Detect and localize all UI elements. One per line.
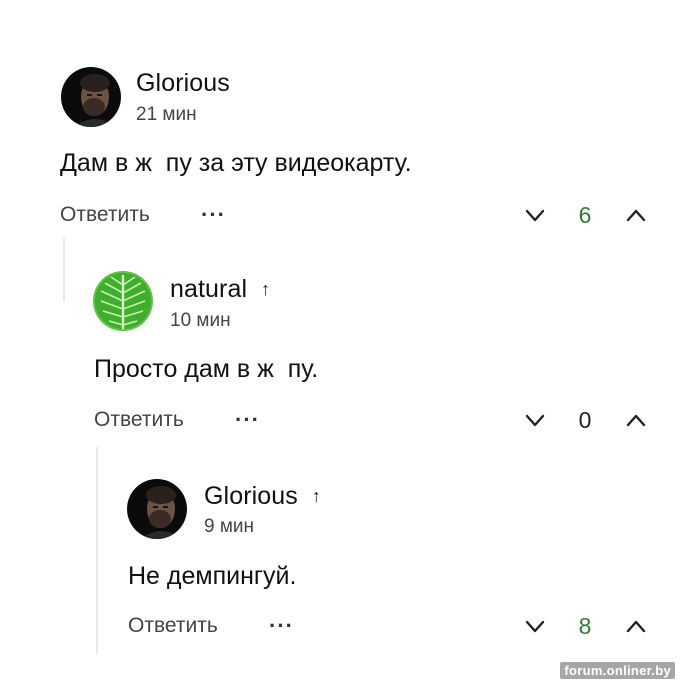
comment-time: 10 мин (170, 310, 231, 331)
thread-line-level-2 (96, 447, 98, 655)
author-name[interactable]: Glorious (204, 482, 298, 511)
author-name[interactable]: natural (170, 275, 247, 304)
avatar[interactable] (127, 479, 187, 539)
user-photo-icon (127, 479, 187, 539)
reply-button[interactable]: Ответить (60, 203, 150, 227)
more-options-icon[interactable]: ··· (201, 204, 226, 226)
vote-up-icon[interactable] (624, 203, 648, 227)
comment-text: Просто дам в ж пу. (94, 355, 319, 383)
vote-down-icon[interactable] (523, 408, 547, 432)
comment-text: Дам в ж пу за эту видеокарту. (60, 149, 412, 177)
reply-button[interactable]: Ответить (94, 408, 184, 432)
more-options-icon[interactable]: ··· (235, 409, 260, 431)
reply-arrow-icon: ↑ (261, 279, 271, 299)
avatar[interactable] (93, 271, 153, 331)
watermark: forum.onliner.by (560, 662, 675, 679)
comment-text: Не демпингуй. (128, 562, 297, 590)
user-photo-icon (61, 67, 121, 127)
comment-time: 21 мин (136, 104, 197, 125)
vote-up-icon[interactable] (624, 614, 648, 638)
leaf-avatar-icon (93, 271, 153, 331)
vote-down-icon[interactable] (523, 614, 547, 638)
reply-button[interactable]: Ответить (128, 614, 218, 638)
vote-up-icon[interactable] (624, 408, 648, 432)
vote-score: 8 (578, 613, 592, 639)
author-name[interactable]: Glorious (136, 69, 230, 98)
avatar[interactable] (61, 67, 121, 127)
more-options-icon[interactable]: ··· (269, 615, 294, 637)
vote-score: 6 (578, 202, 592, 228)
reply-arrow-icon: ↑ (311, 486, 321, 506)
vote-score: 0 (578, 407, 592, 433)
comment-time: 9 мин (204, 516, 255, 537)
vote-down-icon[interactable] (523, 203, 547, 227)
thread-line-level-1 (63, 238, 65, 302)
